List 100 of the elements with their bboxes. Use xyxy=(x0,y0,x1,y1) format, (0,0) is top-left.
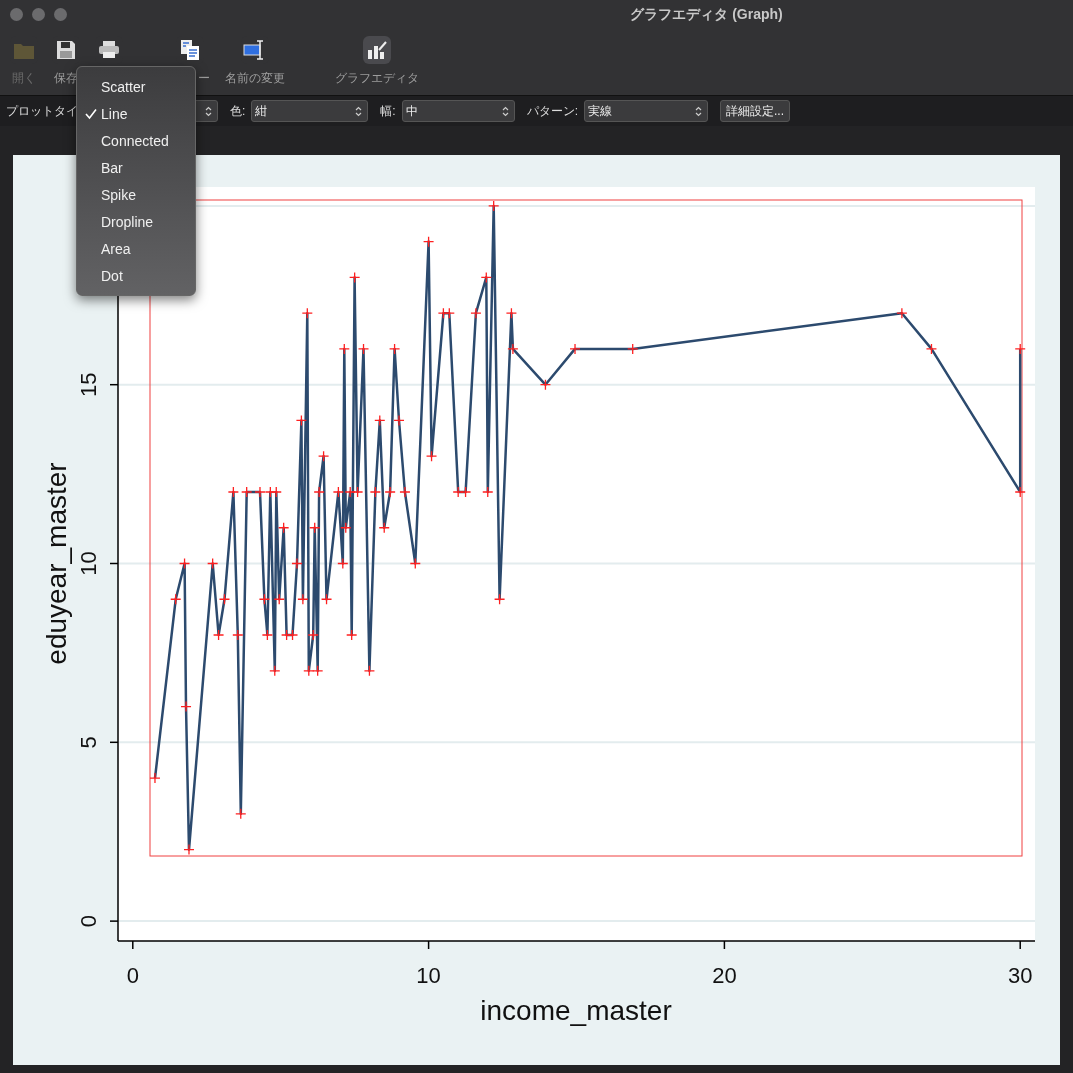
data-marker xyxy=(338,343,350,355)
menu-item[interactable]: Connected xyxy=(77,127,195,154)
data-marker xyxy=(291,557,303,570)
copy-icon xyxy=(180,38,200,61)
data-marker xyxy=(493,593,506,605)
data-marker xyxy=(297,593,309,605)
data-marker xyxy=(482,486,494,498)
data-marker xyxy=(227,486,239,498)
field-label: プロットタイ xyxy=(6,102,78,120)
data-marker xyxy=(180,700,192,713)
toolbar-label: ー xyxy=(198,69,210,87)
data-marker xyxy=(349,271,361,284)
select-field[interactable]: 中 xyxy=(401,100,515,123)
window-control-button[interactable] xyxy=(54,8,67,22)
chevron-updown-icon xyxy=(695,105,703,117)
details-button[interactable]: 詳細設定... xyxy=(720,100,791,123)
field-label: 色: xyxy=(230,102,246,120)
data-marker xyxy=(149,772,161,784)
data-marker xyxy=(317,450,330,462)
data-marker xyxy=(539,379,552,391)
data-marker xyxy=(470,307,482,319)
data-marker xyxy=(627,343,639,355)
data-marker xyxy=(452,486,464,498)
chart-edit-icon xyxy=(366,39,388,60)
window-control-button[interactable] xyxy=(10,8,23,22)
data-marker xyxy=(295,414,308,427)
data-marker xyxy=(170,593,182,605)
y-tick-label: 10 xyxy=(76,551,101,576)
select-field[interactable]: 実線 xyxy=(584,100,709,123)
toolbar-label: 保存 xyxy=(54,69,78,87)
chevron-updown-icon xyxy=(501,105,509,117)
data-marker xyxy=(183,843,195,856)
menu-item[interactable]: Bar xyxy=(77,154,195,181)
field-label: 幅: xyxy=(380,102,396,120)
data-marker xyxy=(337,557,349,570)
select-field[interactable]: 紺 xyxy=(251,100,369,123)
menu-item[interactable]: Scatter xyxy=(77,73,195,100)
checkmark-icon xyxy=(85,107,97,120)
data-marker xyxy=(896,307,908,319)
data-marker xyxy=(357,343,370,355)
data-marker xyxy=(207,557,219,570)
data-marker xyxy=(218,593,231,605)
data-marker xyxy=(241,486,253,498)
data-marker xyxy=(254,486,266,498)
data-marker xyxy=(480,271,492,284)
data-marker xyxy=(351,486,364,498)
data-marker xyxy=(258,593,271,605)
data-marker xyxy=(269,665,281,677)
data-marker xyxy=(443,307,455,319)
data-marker xyxy=(309,522,321,534)
window-control-button[interactable] xyxy=(32,8,45,22)
data-marker xyxy=(261,629,274,641)
data-marker xyxy=(422,236,435,248)
data-marker xyxy=(925,343,938,355)
data-marker xyxy=(286,629,299,641)
data-marker xyxy=(425,450,438,462)
data-marker xyxy=(312,665,324,677)
menu-item[interactable]: Dot xyxy=(77,262,195,289)
data-marker xyxy=(488,200,500,212)
data-marker xyxy=(384,486,396,498)
data-marker xyxy=(1014,486,1026,498)
data-marker xyxy=(346,629,358,641)
data-marker xyxy=(320,593,333,605)
y-axis-title: eduyear_master xyxy=(41,462,72,665)
data-marker xyxy=(393,414,405,427)
x-tick-label: 20 xyxy=(712,963,737,988)
data-marker xyxy=(178,557,191,570)
data-marker xyxy=(212,629,225,641)
x-tick-label: 30 xyxy=(1007,963,1033,988)
menu-item[interactable]: Dropline xyxy=(77,208,195,235)
menu-item[interactable]: Spike xyxy=(77,181,195,208)
y-tick-label: 0 xyxy=(76,915,101,928)
data-marker xyxy=(307,629,319,641)
save-icon xyxy=(56,39,76,60)
menu-item[interactable]: Line xyxy=(77,100,195,127)
data-marker xyxy=(399,486,411,498)
y-tick-label: 5 xyxy=(76,736,101,749)
data-marker xyxy=(369,486,381,498)
data-marker xyxy=(232,629,244,641)
chevron-updown-icon xyxy=(355,105,363,117)
data-marker xyxy=(301,307,313,319)
x-tick-label: 0 xyxy=(126,963,139,988)
data-marker xyxy=(344,486,356,498)
toolbar-label: 名前の変更 xyxy=(225,69,285,87)
chevron-updown-icon xyxy=(205,105,212,117)
data-marker xyxy=(303,665,315,677)
menu-item[interactable]: Area xyxy=(77,235,195,262)
field-label: パターン: xyxy=(526,102,579,120)
data-marker xyxy=(459,486,472,498)
data-marker xyxy=(388,343,401,355)
toolbar-label: グラフエディタ xyxy=(335,69,419,87)
data-marker xyxy=(378,522,390,534)
x-tick-label: 10 xyxy=(416,963,441,988)
data-marker xyxy=(569,343,581,355)
data-marker xyxy=(278,522,290,534)
data-marker xyxy=(374,414,386,427)
data-marker xyxy=(505,307,518,319)
toolbar-button[interactable] xyxy=(363,35,391,64)
data-marker xyxy=(235,808,247,820)
data-marker xyxy=(313,486,325,498)
